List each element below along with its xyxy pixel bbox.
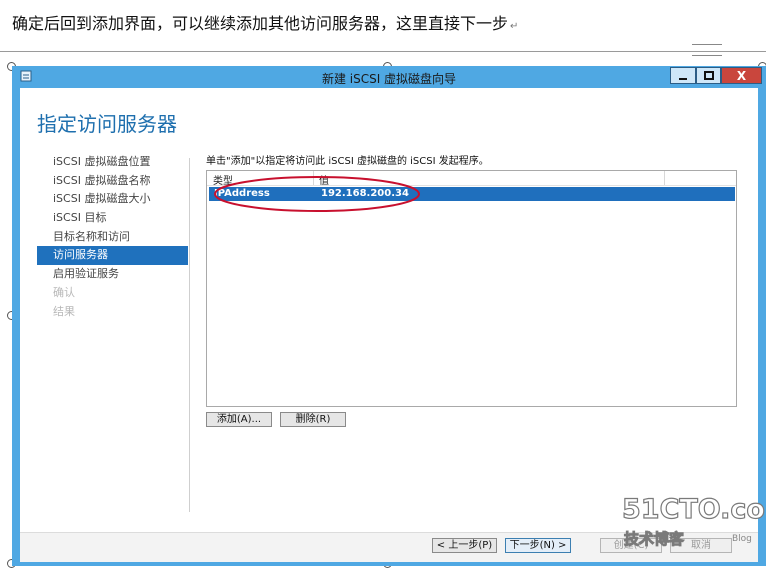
table-row[interactable]: IPAddress 192.168.200.34 xyxy=(209,187,735,201)
wizard-content: 指定访问服务器 iSCSI 虚拟磁盘位置 iSCSI 虚拟磁盘名称 iSCSI … xyxy=(20,88,758,562)
previous-button[interactable]: < 上一步(P) xyxy=(432,538,497,553)
maximize-icon xyxy=(703,70,714,80)
step-enable-auth[interactable]: 启用验证服务 xyxy=(37,265,188,284)
remove-button[interactable]: 删除(R) xyxy=(280,412,346,427)
minimize-icon xyxy=(679,77,687,80)
wizard-window: 新建 iSCSI 虚拟磁盘向导 X 指定访问服务器 iSCSI 虚拟磁盘位置 i… xyxy=(12,66,766,566)
add-button[interactable]: 添加(A)... xyxy=(206,412,272,427)
step-disk-location[interactable]: iSCSI 虚拟磁盘位置 xyxy=(37,153,188,172)
next-button[interactable]: 下一步(N) > xyxy=(505,538,571,553)
minimize-button[interactable] xyxy=(670,67,696,84)
step-target-name-access[interactable]: 目标名称和访问 xyxy=(37,228,188,247)
nav-divider xyxy=(189,158,190,512)
list-header: 类型 值 xyxy=(207,171,736,187)
step-disk-name[interactable]: iSCSI 虚拟磁盘名称 xyxy=(37,172,188,191)
cancel-button[interactable]: 取消 xyxy=(670,538,732,553)
title-bar[interactable]: 新建 iSCSI 虚拟磁盘向导 X xyxy=(12,66,766,88)
column-header-value[interactable]: 值 xyxy=(319,172,329,187)
instruction-text: 单击"添加"以指定将访问此 iSCSI 虚拟磁盘的 iSCSI 发起程序。 xyxy=(206,156,489,167)
row-value-cell: 192.168.200.34 xyxy=(321,188,409,199)
page-title: 指定访问服务器 xyxy=(37,112,177,136)
paragraph-marker xyxy=(692,44,722,56)
column-divider[interactable] xyxy=(313,171,314,185)
create-button: 创建(C) xyxy=(600,538,662,553)
wizard-steps: iSCSI 虚拟磁盘位置 iSCSI 虚拟磁盘名称 iSCSI 虚拟磁盘大小 i… xyxy=(37,153,188,321)
step-confirmation: 确认 xyxy=(53,285,75,299)
row-type-cell: IPAddress xyxy=(214,188,270,199)
document-divider xyxy=(0,51,766,52)
column-header-type[interactable]: 类型 xyxy=(213,172,233,187)
close-icon: X xyxy=(736,68,747,83)
step-access-servers[interactable]: 访问服务器 xyxy=(37,246,188,266)
column-divider[interactable] xyxy=(664,171,665,185)
maximize-button[interactable] xyxy=(696,67,721,84)
close-button[interactable]: X xyxy=(721,67,762,84)
step-disk-size[interactable]: iSCSI 虚拟磁盘大小 xyxy=(37,190,188,209)
step-results: 结果 xyxy=(53,304,75,318)
document-caption: 确定后回到添加界面，可以继续添加其他访问服务器，这里直接下一步 ↵ xyxy=(12,10,518,34)
window-title: 新建 iSCSI 虚拟磁盘向导 xyxy=(321,72,457,86)
access-server-list[interactable]: 类型 值 IPAddress 192.168.200.34 xyxy=(206,170,737,407)
return-mark: ↵ xyxy=(510,21,519,32)
step-iscsi-target[interactable]: iSCSI 目标 xyxy=(37,209,188,228)
caption-text: 确定后回到添加界面，可以继续添加其他访问服务器，这里直接下一步 xyxy=(12,14,509,33)
